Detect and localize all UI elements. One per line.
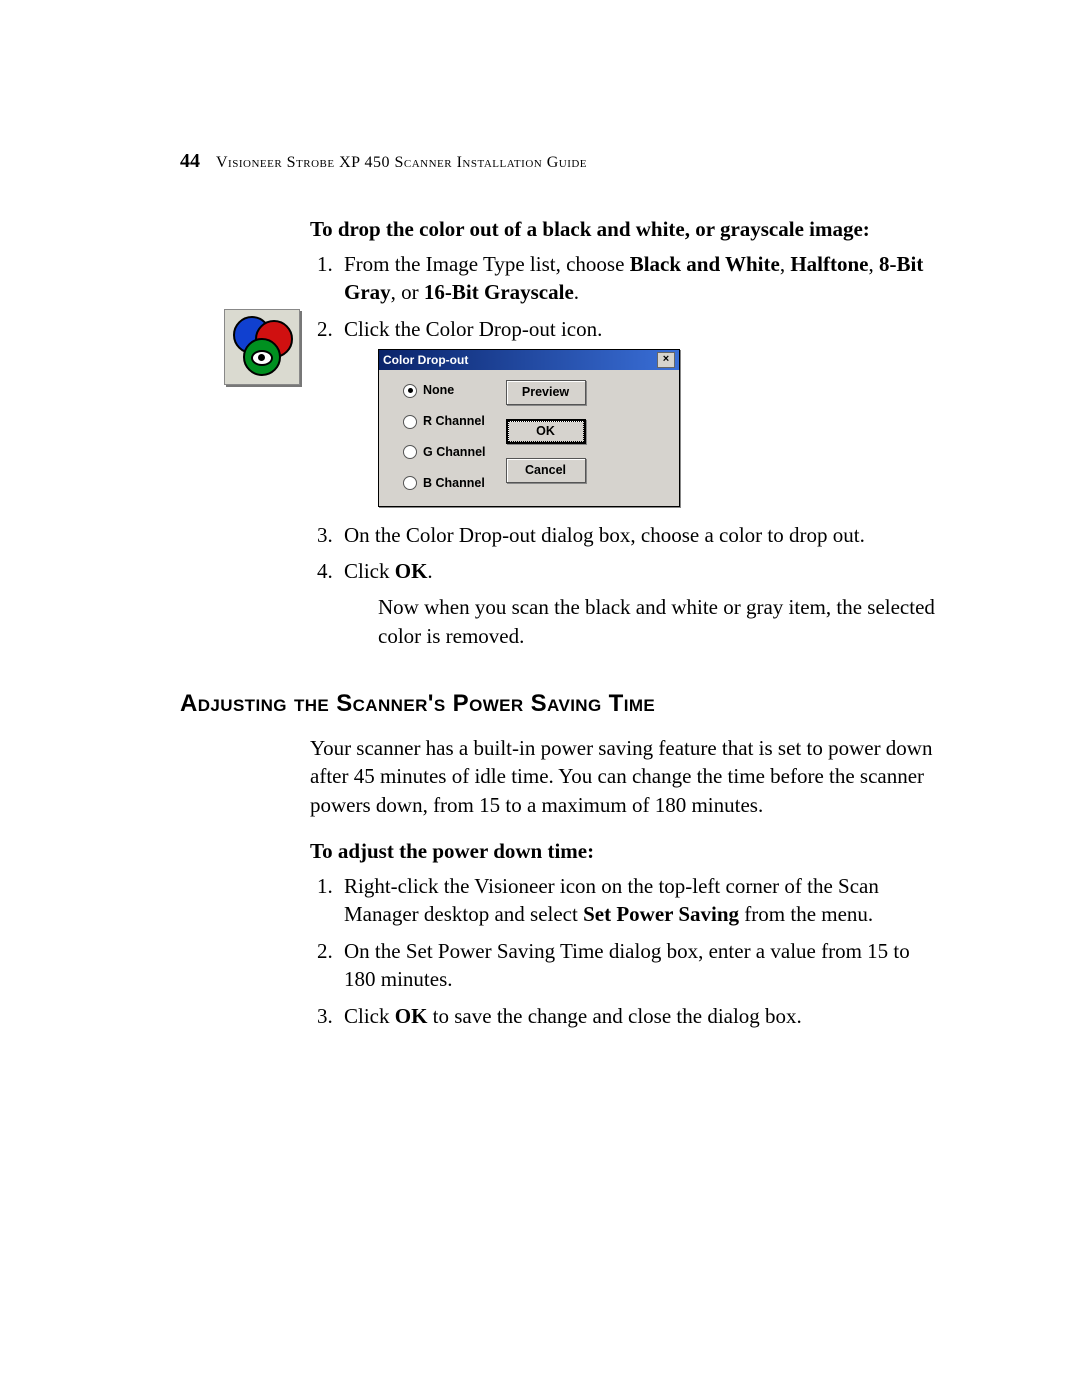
section1-steps: From the Image Type list, choose Black a… (310, 250, 940, 650)
section2-intro: To adjust the power down time: (310, 839, 940, 864)
step-3: On the Color Drop-out dialog box, choose… (338, 521, 940, 549)
preview-button[interactable]: Preview (506, 380, 586, 405)
section2-para: Your scanner has a built-in power saving… (310, 734, 940, 819)
ok-button[interactable]: OK (506, 419, 586, 444)
radio-r-channel[interactable]: R Channel (403, 413, 486, 430)
section2-steps: Right-click the Visioneer icon on the to… (310, 872, 940, 1030)
radio-b-channel[interactable]: B Channel (403, 475, 486, 492)
ps-step-2: On the Set Power Saving Time dialog box,… (338, 937, 940, 994)
radio-g-channel[interactable]: G Channel (403, 444, 486, 461)
color-dropout-dialog: Color Drop-out × None R Channel (378, 349, 680, 507)
close-icon[interactable]: × (657, 352, 675, 368)
step-4-followup: Now when you scan the black and white or… (378, 593, 940, 650)
radio-none[interactable]: None (403, 382, 486, 399)
dialog-title: Color Drop-out (383, 352, 468, 368)
page-header: 44 Visioneer Strobe XP 450 Scanner Insta… (180, 150, 940, 173)
ps-step-3: Click OK to save the change and close th… (338, 1002, 940, 1030)
step-4: Click OK. Now when you scan the black an… (338, 557, 940, 650)
ps-step-1: Right-click the Visioneer icon on the to… (338, 872, 940, 929)
page-number: 44 (180, 150, 200, 173)
cancel-button[interactable]: Cancel (506, 458, 586, 483)
dialog-titlebar: Color Drop-out × (379, 350, 679, 370)
section2-heading: Adjusting the Scanner's Power Saving Tim… (180, 690, 940, 718)
running-title: Visioneer Strobe XP 450 Scanner Installa… (216, 154, 587, 172)
section1-intro: To drop the color out of a black and whi… (310, 217, 940, 242)
color-dropout-icon (224, 309, 300, 385)
step-2: Click the Color Drop-out icon. Color Dro… (338, 315, 940, 507)
step-1: From the Image Type list, choose Black a… (338, 250, 940, 307)
